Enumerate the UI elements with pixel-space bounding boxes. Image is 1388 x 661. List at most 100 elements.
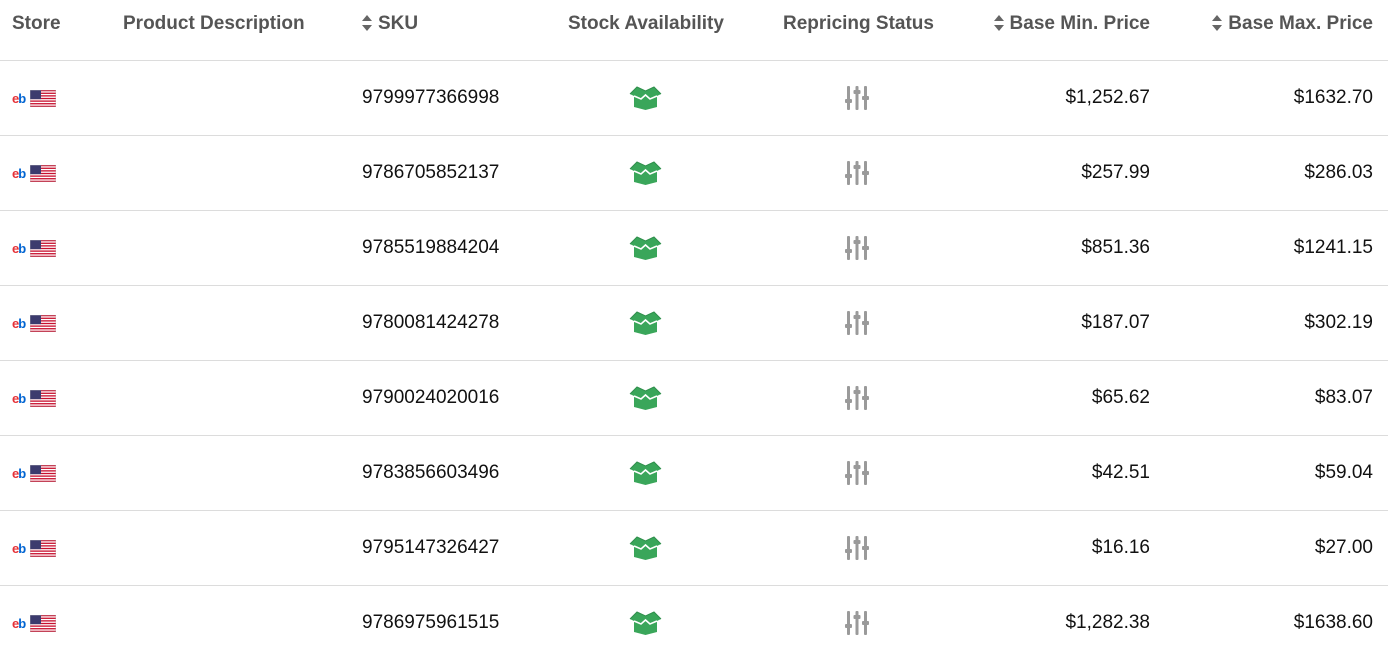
- table-row[interactable]: eb 9790024020016 $65.62 $83.07: [0, 361, 1388, 436]
- store-cell: eb: [12, 136, 57, 210]
- repricing-cell: [845, 361, 869, 435]
- column-header-repricing-label: Repricing Status: [783, 13, 934, 34]
- store-cell: eb: [12, 211, 57, 285]
- max-price-value: $302.19: [1304, 312, 1373, 333]
- green-box-icon[interactable]: [629, 386, 662, 410]
- repricing-cell: [845, 211, 869, 285]
- store-cell: eb: [12, 61, 57, 135]
- green-box-icon[interactable]: [629, 86, 662, 110]
- min-price-value: $42.51: [1091, 462, 1150, 483]
- stock-cell: [629, 211, 662, 285]
- max-price-value: $1632.70: [1293, 87, 1373, 108]
- column-header-max-price[interactable]: Base Max. Price: [1212, 0, 1373, 48]
- sliders-icon[interactable]: [845, 160, 869, 186]
- table-row[interactable]: eb 9780081424278 $187.07 $302.19: [0, 286, 1388, 361]
- min-price-value: $1,252.67: [1065, 87, 1150, 108]
- sku-cell: 9799977366998: [362, 61, 499, 135]
- table-row[interactable]: eb 9783856603496 $42.51 $59.04: [0, 436, 1388, 511]
- green-box-icon[interactable]: [629, 461, 662, 485]
- sku-cell: 9780081424278: [362, 286, 499, 360]
- sku-value: 9783856603496: [362, 462, 500, 483]
- green-box-icon[interactable]: [629, 161, 662, 185]
- ebay-logo-icon: eb: [12, 90, 26, 106]
- sku-value: 9785519884204: [362, 237, 500, 258]
- max-price-value: $286.03: [1304, 162, 1373, 183]
- column-header-sku-label: SKU: [378, 13, 419, 34]
- repricing-cell: [845, 61, 869, 135]
- store-cell: eb: [12, 361, 57, 435]
- sliders-icon[interactable]: [845, 235, 869, 261]
- column-header-store: Store: [12, 0, 61, 48]
- sort-arrows-icon: [362, 15, 372, 31]
- sliders-icon[interactable]: [845, 85, 869, 111]
- table-row[interactable]: eb 9785519884204 $851.36 $1241.15: [0, 211, 1388, 286]
- sku-cell: 9790024020016: [362, 361, 499, 435]
- store-cell: eb: [12, 511, 57, 585]
- sku-cell: 9783856603496: [362, 436, 499, 510]
- sliders-icon[interactable]: [845, 610, 869, 636]
- column-header-min-price[interactable]: Base Min. Price: [993, 0, 1150, 48]
- sliders-icon[interactable]: [845, 460, 869, 486]
- stock-cell: [629, 511, 662, 585]
- min-price-cell: $16.16: [1092, 511, 1150, 585]
- sku-cell: 9786975961515: [362, 586, 499, 660]
- sku-value: 9799977366998: [362, 87, 500, 108]
- table-row[interactable]: eb 9786705852137 $257.99 $286.03: [0, 136, 1388, 211]
- table-row[interactable]: eb 9795147326427 $16.16 $27.00: [0, 511, 1388, 586]
- max-price-cell: $1241.15: [1294, 211, 1373, 285]
- ebay-logo-icon: eb: [12, 240, 26, 256]
- ebay-logo-icon: eb: [12, 540, 26, 556]
- max-price-cell: $83.07: [1315, 361, 1373, 435]
- repricing-cell: [845, 286, 869, 360]
- max-price-cell: $302.19: [1304, 286, 1373, 360]
- sku-cell: 9795147326427: [362, 511, 499, 585]
- table-row[interactable]: eb 9799977366998 $1,252.67 $1632.70: [0, 61, 1388, 136]
- sku-value: 9790024020016: [362, 387, 500, 408]
- store-cell: eb: [12, 436, 57, 510]
- max-price-value: $1638.60: [1293, 612, 1373, 633]
- ebay-logo-icon: eb: [12, 390, 26, 406]
- us-flag-icon: [30, 389, 57, 407]
- ebay-logo-icon: eb: [12, 615, 26, 631]
- max-price-cell: $286.03: [1304, 136, 1373, 210]
- min-price-cell: $851.36: [1081, 211, 1150, 285]
- max-price-cell: $1632.70: [1294, 61, 1373, 135]
- green-box-icon[interactable]: [629, 236, 662, 260]
- us-flag-icon: [30, 239, 57, 257]
- us-flag-icon: [30, 539, 57, 557]
- sliders-icon[interactable]: [845, 385, 869, 411]
- max-price-cell: $27.00: [1315, 511, 1373, 585]
- store-cell: eb: [12, 586, 57, 660]
- green-box-icon[interactable]: [629, 611, 662, 635]
- min-price-cell: $257.99: [1081, 136, 1150, 210]
- store-cell: eb: [12, 286, 57, 360]
- sort-arrows-icon: [1212, 15, 1223, 31]
- sku-cell: 9786705852137: [362, 136, 499, 210]
- max-price-value: $27.00: [1314, 537, 1373, 558]
- green-box-icon[interactable]: [629, 536, 662, 560]
- sku-cell: 9785519884204: [362, 211, 499, 285]
- green-box-icon[interactable]: [629, 311, 662, 335]
- table-row[interactable]: eb 9786975961515 $1,282.38 $1638.60: [0, 586, 1388, 661]
- stock-cell: [629, 436, 662, 510]
- repricing-cell: [845, 511, 869, 585]
- max-price-cell: $1638.60: [1294, 586, 1373, 660]
- table-header: Store Product Description SKU Stock Avai…: [0, 0, 1388, 61]
- table-body: eb 9799977366998 $1,252.67 $1632.70 eb 9…: [0, 61, 1388, 661]
- column-header-sku[interactable]: SKU: [362, 0, 418, 48]
- sliders-icon[interactable]: [845, 535, 869, 561]
- max-price-value: $1241.15: [1293, 237, 1373, 258]
- sku-value: 9786705852137: [362, 162, 500, 183]
- column-header-stock-label: Stock Availability: [568, 13, 724, 34]
- column-header-stock: Stock Availability: [568, 0, 724, 48]
- column-header-repricing: Repricing Status: [783, 0, 934, 48]
- sliders-icon[interactable]: [845, 310, 869, 336]
- column-header-description-label: Product Description: [123, 13, 305, 34]
- column-header-store-label: Store: [12, 13, 61, 34]
- stock-cell: [629, 61, 662, 135]
- max-price-cell: $59.04: [1315, 436, 1373, 510]
- ebay-logo-icon: eb: [12, 165, 26, 181]
- stock-cell: [629, 361, 662, 435]
- repricing-cell: [845, 436, 869, 510]
- min-price-value: $65.62: [1091, 387, 1150, 408]
